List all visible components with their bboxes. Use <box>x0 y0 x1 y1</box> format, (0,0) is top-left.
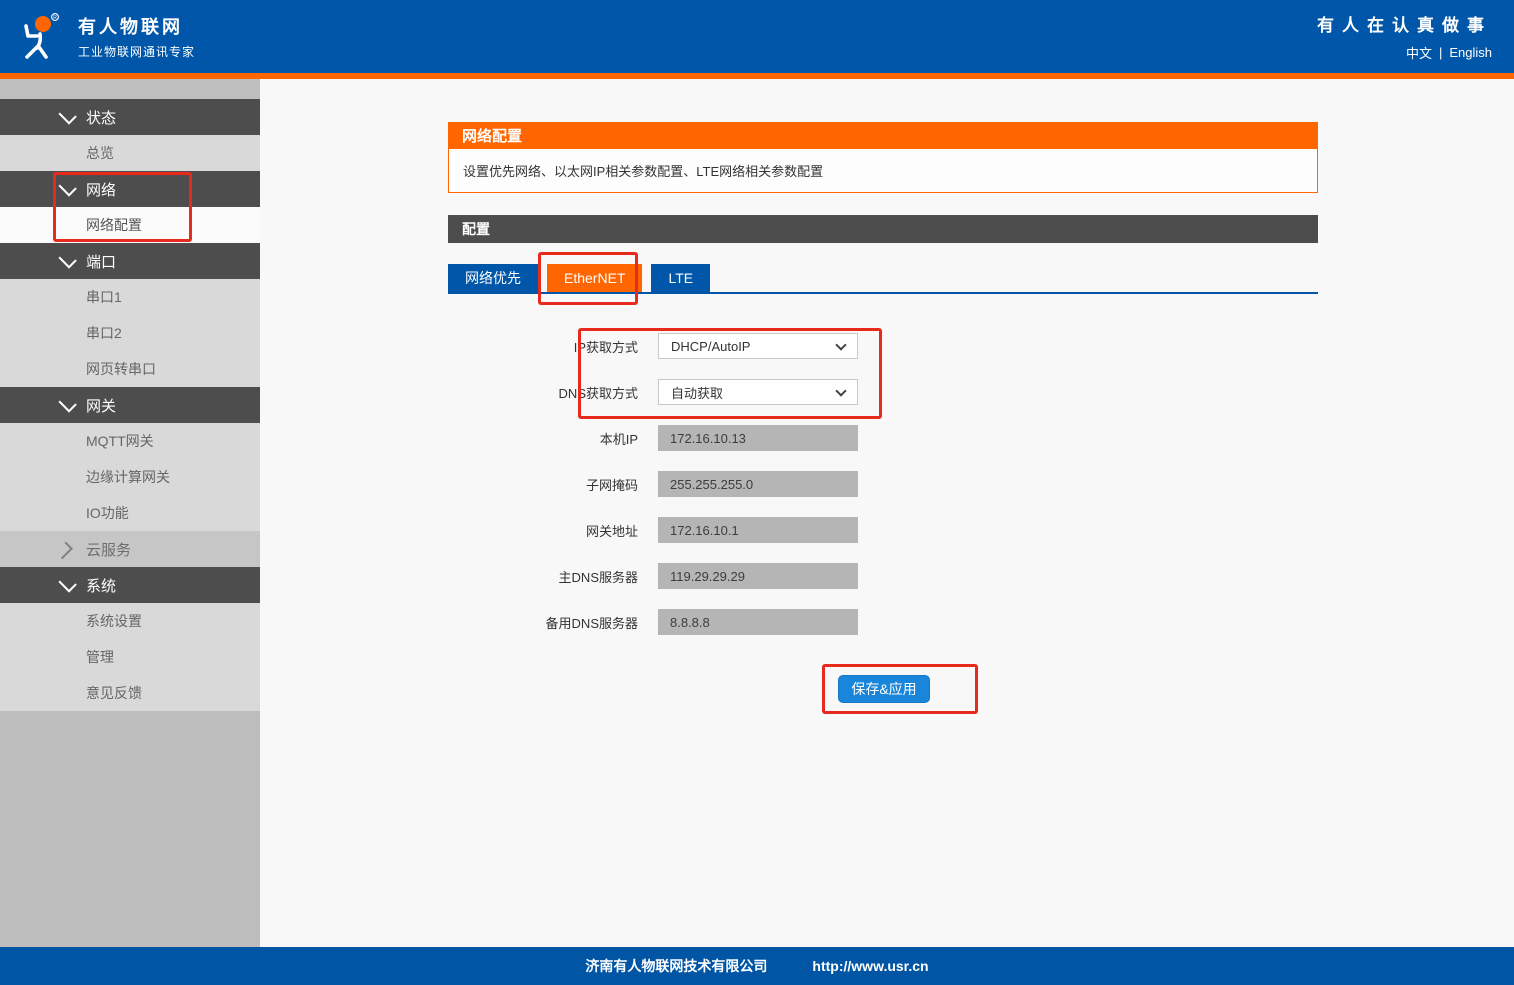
sidebar-group-status[interactable]: 状态 <box>0 99 260 135</box>
sidebar-item-label: 意见反馈 <box>86 683 142 703</box>
sidebar-item-label: 总览 <box>86 143 114 163</box>
page-description: 设置优先网络、以太网IP相关参数配置、LTE网络相关参数配置 <box>448 148 1318 193</box>
sidebar-item-network-config[interactable]: 网络配置 <box>0 207 260 243</box>
lang-divider: | <box>1439 45 1442 60</box>
sidebar-item-system-settings[interactable]: 系统设置 <box>0 603 260 639</box>
sidebar-item-mqtt-gateway[interactable]: MQTT网关 <box>0 423 260 459</box>
form-row: 主DNS服务器 <box>448 563 1318 589</box>
sidebar-item-serial1[interactable]: 串口1 <box>0 279 260 315</box>
local-ip-field <box>658 425 858 451</box>
sidebar-item-io-function[interactable]: IO功能 <box>0 495 260 531</box>
form-row: DNS获取方式 自动获取 <box>448 379 1318 405</box>
primary-dns-field <box>658 563 858 589</box>
sidebar-item-label: 网页转串口 <box>86 359 156 379</box>
brand-title: 有人物联网 <box>78 13 195 39</box>
form-row: 备用DNS服务器 <box>448 609 1318 635</box>
brand-text: 有人物联网 工业物联网通讯专家 <box>78 13 195 60</box>
secondary-dns-label: 备用DNS服务器 <box>448 613 658 632</box>
content: 网络配置 设置优先网络、以太网IP相关参数配置、LTE网络相关参数配置 配置 网… <box>448 122 1318 703</box>
sidebar-item-web-to-serial[interactable]: 网页转串口 <box>0 351 260 387</box>
slogan: 有人在认真做事 <box>1317 11 1492 36</box>
sidebar-item-label: 系统设置 <box>86 611 142 631</box>
dns-mode-label: DNS获取方式 <box>448 383 658 402</box>
chevron-down-icon <box>835 339 846 350</box>
sidebar-item-feedback[interactable]: 意见反馈 <box>0 675 260 711</box>
dns-mode-select[interactable]: 自动获取 <box>658 379 858 405</box>
sidebar-group-label: 网关 <box>86 395 116 416</box>
sidebar-group-label: 状态 <box>86 107 116 128</box>
gateway-address-label: 网关地址 <box>448 521 658 540</box>
save-row: 保存&应用 <box>448 675 1318 703</box>
sidebar-group-label: 云服务 <box>86 539 131 560</box>
sidebar-spacer <box>0 79 260 99</box>
sidebar-item-label: MQTT网关 <box>86 431 154 451</box>
secondary-dns-field <box>658 609 858 635</box>
sidebar-item-label: 边缘计算网关 <box>86 467 170 487</box>
chevron-down-icon <box>58 250 76 268</box>
section-title: 配置 <box>448 215 1318 243</box>
tab-bar: 网络优先 EtherNET LTE <box>448 264 1318 294</box>
subnet-mask-field <box>658 471 858 497</box>
footer-company: 济南有人物联网技术有限公司 <box>585 956 767 976</box>
sidebar-group-label: 网络 <box>86 179 116 200</box>
language-switcher: 中文 | English <box>1406 43 1492 62</box>
sidebar-item-label: 网络配置 <box>86 215 142 235</box>
body: 状态 总览 网络 网络配置 端口 串口1 串口2 网页转 <box>0 79 1514 947</box>
header-right: 有人在认真做事 中文 | English <box>1317 11 1492 62</box>
chevron-right-icon <box>55 542 73 560</box>
sidebar-item-management[interactable]: 管理 <box>0 639 260 675</box>
footer: 济南有人物联网技术有限公司 http://www.usr.cn <box>0 947 1514 985</box>
sidebar-item-label: IO功能 <box>86 503 129 523</box>
sidebar: 状态 总览 网络 网络配置 端口 串口1 串口2 网页转 <box>0 79 260 947</box>
form-row: IP获取方式 DHCP/AutoIP <box>448 333 1318 359</box>
sidebar-group-gateway[interactable]: 网关 <box>0 387 260 423</box>
sidebar-group-label: 端口 <box>86 251 116 272</box>
local-ip-label: 本机IP <box>448 429 658 448</box>
save-apply-button[interactable]: 保存&应用 <box>838 675 930 703</box>
sidebar-item-edge-computing[interactable]: 边缘计算网关 <box>0 459 260 495</box>
sidebar-filler <box>0 711 260 947</box>
sidebar-item-overview[interactable]: 总览 <box>0 135 260 171</box>
sidebar-item-label: 串口1 <box>86 287 122 307</box>
footer-url-link[interactable]: http://www.usr.cn <box>812 958 928 974</box>
chevron-down-icon <box>58 574 76 592</box>
tab-lte[interactable]: LTE <box>651 264 710 292</box>
ip-mode-select[interactable]: DHCP/AutoIP <box>658 333 858 359</box>
dns-mode-value: 自动获取 <box>671 383 723 402</box>
chevron-down-icon <box>835 385 846 396</box>
sidebar-item-label: 管理 <box>86 647 114 667</box>
sidebar-group-cloud-service[interactable]: 云服务 <box>0 531 260 567</box>
chevron-down-icon <box>58 394 76 412</box>
subnet-mask-label: 子网掩码 <box>448 475 658 494</box>
page: R 有人物联网 工业物联网通讯专家 有人在认真做事 中文 | English <box>0 0 1514 985</box>
lang-chinese-link[interactable]: 中文 <box>1406 43 1432 62</box>
chevron-down-icon <box>58 178 76 196</box>
sidebar-group-ports[interactable]: 端口 <box>0 243 260 279</box>
form-row: 本机IP <box>448 425 1318 451</box>
sidebar-group-label: 系统 <box>86 575 116 596</box>
ip-mode-label: IP获取方式 <box>448 337 658 356</box>
gateway-address-field <box>658 517 858 543</box>
lang-english-link[interactable]: English <box>1449 45 1492 60</box>
page-title: 网络配置 <box>448 122 1318 148</box>
sidebar-item-serial2[interactable]: 串口2 <box>0 315 260 351</box>
svg-text:R: R <box>53 15 57 21</box>
header: R 有人物联网 工业物联网通讯专家 有人在认真做事 中文 | English <box>0 0 1514 73</box>
chevron-down-icon <box>58 106 76 124</box>
brand-subtitle: 工业物联网通讯专家 <box>78 43 195 60</box>
tab-network-priority[interactable]: 网络优先 <box>448 264 538 292</box>
main-area: 网络配置 设置优先网络、以太网IP相关参数配置、LTE网络相关参数配置 配置 网… <box>260 79 1514 947</box>
tab-ethernet[interactable]: EtherNET <box>547 264 642 292</box>
form-row: 网关地址 <box>448 517 1318 543</box>
ip-mode-value: DHCP/AutoIP <box>671 339 750 354</box>
usr-logo-icon: R <box>14 11 66 63</box>
ethernet-form: IP获取方式 DHCP/AutoIP DNS获取方式 自动获取 <box>448 333 1318 703</box>
sidebar-group-system[interactable]: 系统 <box>0 567 260 603</box>
sidebar-group-network[interactable]: 网络 <box>0 171 260 207</box>
form-row: 子网掩码 <box>448 471 1318 497</box>
brand: R 有人物联网 工业物联网通讯专家 <box>14 11 195 63</box>
primary-dns-label: 主DNS服务器 <box>448 567 658 586</box>
sidebar-item-label: 串口2 <box>86 323 122 343</box>
